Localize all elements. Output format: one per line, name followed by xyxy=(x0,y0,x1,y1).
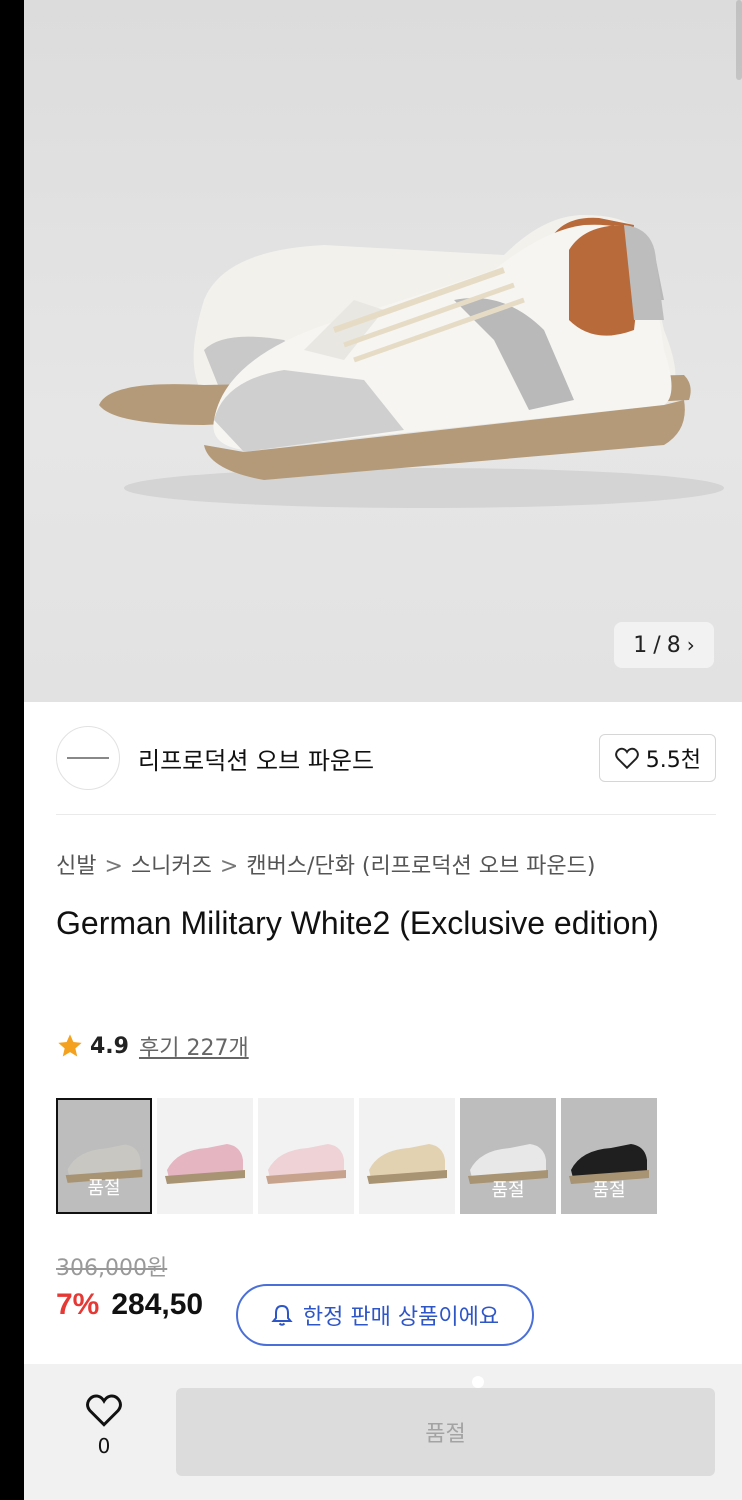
divider xyxy=(56,814,716,815)
star-icon xyxy=(58,1034,82,1057)
color-options: 품절 품절 품절 xyxy=(56,1098,657,1214)
product-image xyxy=(99,215,724,508)
brand-like-button[interactable]: 5.5천 xyxy=(598,734,716,782)
original-price: 306,000원 xyxy=(56,1256,168,1281)
breadcrumb-item[interactable]: 스니커즈 xyxy=(131,854,212,879)
page-scrollbar[interactable] xyxy=(736,0,742,80)
gallery-total: 8 xyxy=(666,632,681,658)
option-thumbnail xyxy=(165,1144,245,1184)
product-page: 1 / 8 › 리프로덕션 오브 파운드 5.5천 신발 > 스니커즈 > 캔버스/단화… xyxy=(24,0,742,1500)
product-image-gallery[interactable]: 1 / 8 › xyxy=(24,0,742,702)
soldout-label: 품절 xyxy=(491,1180,525,1201)
chevron-right-icon: > xyxy=(219,854,239,879)
option-thumbnail xyxy=(266,1144,346,1184)
brand-logo[interactable] xyxy=(56,726,120,790)
option-swatch[interactable] xyxy=(258,1098,354,1214)
limited-sale-badge[interactable]: 한정 판매 상품이에요 xyxy=(236,1284,534,1346)
rating-score: 4.9 xyxy=(90,1033,129,1059)
option-swatch[interactable] xyxy=(359,1098,455,1214)
heart-icon xyxy=(614,747,639,770)
option-swatch[interactable]: 품절 xyxy=(460,1098,556,1214)
chevron-right-icon: > xyxy=(104,854,123,879)
gallery-current: 1 xyxy=(633,632,648,658)
discount-rate: 7% xyxy=(56,1288,100,1321)
brand-row: 리프로덕션 오브 파운드 5.5천 xyxy=(56,726,716,790)
limited-sale-label: 한정 판매 상품이에요 xyxy=(302,1305,500,1330)
breadcrumb-item[interactable]: 캔버스/단화 (리프로덕션 오브 파운드) xyxy=(246,854,595,879)
wish-button[interactable]: 0 xyxy=(76,1392,132,1458)
breadcrumb-item[interactable]: 신발 xyxy=(56,854,96,879)
gallery-separator: / xyxy=(653,632,661,658)
rating-row: 4.9 후기 227개 xyxy=(56,1030,249,1062)
wish-count: 0 xyxy=(97,1434,111,1458)
breadcrumb: 신발 > 스니커즈 > 캔버스/단화 (리프로덕션 오브 파운드) xyxy=(56,848,596,880)
buy-button[interactable]: 품절 xyxy=(176,1388,715,1476)
option-swatch[interactable]: 품절 xyxy=(56,1098,152,1214)
gallery-counter[interactable]: 1 / 8 › xyxy=(614,622,714,668)
bell-icon xyxy=(271,1304,293,1326)
soldout-label: 품절 xyxy=(592,1180,626,1201)
product-title: German Military White2 (Exclusive editio… xyxy=(56,905,659,941)
brand-name[interactable]: 리프로덕션 오브 파운드 xyxy=(138,741,374,776)
chevron-right-icon: › xyxy=(686,633,695,657)
reviews-link[interactable]: 후기 227개 xyxy=(139,1030,249,1062)
brand-like-count: 5.5천 xyxy=(645,748,701,773)
price-row: 7% 284,50 xyxy=(56,1288,203,1322)
buy-button-label: 품절 xyxy=(425,1422,466,1447)
soldout-label: 품절 xyxy=(87,1178,121,1199)
sale-price: 284,50 xyxy=(111,1288,204,1321)
option-swatch[interactable] xyxy=(157,1098,253,1214)
option-swatch[interactable]: 품절 xyxy=(561,1098,657,1214)
scroll-indicator-dot xyxy=(472,1376,484,1388)
option-thumbnail xyxy=(367,1144,447,1184)
heart-icon xyxy=(86,1394,122,1427)
